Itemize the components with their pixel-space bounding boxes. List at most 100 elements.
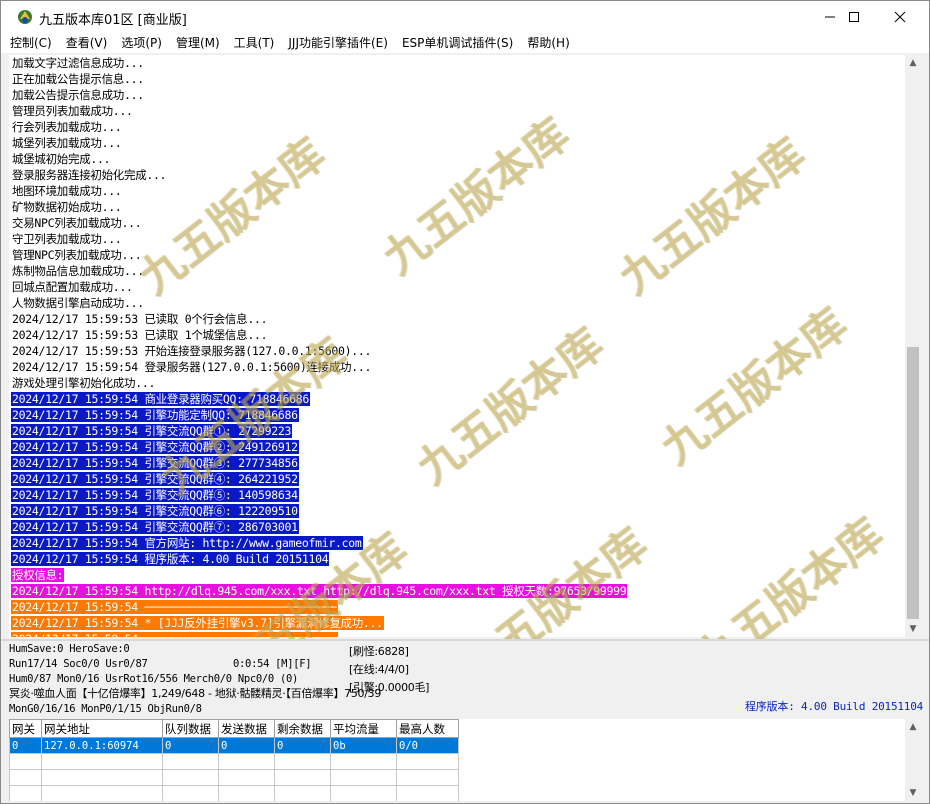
log-line-text: 管理NPC列表加载成功...	[12, 248, 142, 262]
log-line: 授权信息:	[11, 567, 65, 583]
menu-help[interactable]: 帮助(H)	[527, 34, 569, 51]
log-line-text: 2024/12/17 15:59:54 引擎交流QQ群⑦: 286703001	[11, 520, 299, 534]
program-version: 程序版本: 4.00 Build 20151104	[745, 700, 924, 713]
table-scrollbar[interactable]: ▲ ▼	[905, 719, 921, 801]
log-line: 加载文字过滤信息成功...	[11, 55, 145, 71]
menu-manage[interactable]: 管理(M)	[176, 34, 220, 51]
col-queue-data[interactable]: 队列数据	[162, 719, 219, 738]
col-gateway-address[interactable]: 网关地址	[41, 719, 163, 738]
scroll-up-icon[interactable]: ▲	[905, 719, 921, 735]
log-line: 城堡城初始完成...	[11, 151, 111, 167]
table-row[interactable]: 0 127.0.0.1:60974 0 0 0 0b 0/0	[9, 737, 459, 754]
log-line-text: 人物数据引擎启动成功...	[12, 296, 144, 310]
gateway-table: 网关 网关地址 队列数据 发送数据 剩余数据 平均流量 最高人数 0 127.0…	[9, 719, 459, 801]
gateway-list[interactable]: 网关 网关地址 队列数据 发送数据 剩余数据 平均流量 最高人数 0 127.0…	[9, 719, 905, 801]
run-status: Run17/14 Soc0/0 Usr0/87	[9, 658, 148, 670]
menu-control[interactable]: 控制(C)	[10, 34, 52, 51]
save-status: HumSave:0 HeroSave:0	[9, 643, 130, 655]
log-line-text: 加载文字过滤信息成功...	[12, 56, 144, 70]
col-gateway[interactable]: 网关	[9, 719, 42, 738]
engine-status: [引擎:0.0000毛]	[349, 681, 430, 694]
log-line-text: 炼制物品信息加载成功...	[12, 264, 144, 278]
log-line: 2024/12/17 15:59:53 已读取 0个行会信息...	[11, 311, 268, 327]
log-line-text: 守卫列表加载成功...	[12, 232, 122, 246]
col-avg-traffic[interactable]: 平均流量	[330, 719, 397, 738]
log-line-text: 2024/12/17 15:59:54 引擎交流QQ群②: 249126912	[11, 440, 299, 454]
log-line: 矿物数据初始成功...	[11, 199, 122, 215]
hum-status: Hum0/87 Mon0/16 UsrRot16/556 Merch0/0 Np…	[9, 673, 299, 685]
log-line: 守卫列表加载成功...	[11, 231, 122, 247]
col-remaining-data[interactable]: 剩余数据	[274, 719, 331, 738]
log-line: 2024/12/17 15:59:54 商业登录器购买QQ: 718846686	[11, 391, 310, 407]
log-line-text: 2024/12/17 15:59:54 引擎交流QQ群④: 264221952	[11, 472, 299, 486]
log-scrollbar[interactable]: ▲ ▼	[905, 55, 921, 637]
log-line-text: 2024/12/17 15:59:54 引擎交流QQ群⑥: 122209510	[11, 504, 299, 518]
log-line-text: 2024/12/17 15:59:54 登录服务器(127.0.0.1:5600…	[12, 360, 372, 374]
scroll-thumb[interactable]	[907, 347, 919, 619]
log-line-text: 2024/12/17 15:59:54 官方网站: http://www.gam…	[11, 536, 363, 550]
log-line: 交易NPC列表加载成功...	[11, 215, 142, 231]
log-line: 2024/12/17 15:59:53 已读取 1个城堡信息...	[11, 327, 268, 343]
log-line: 2024/12/17 15:59:54 ────────────────────…	[11, 631, 338, 637]
scroll-down-icon[interactable]: ▼	[905, 621, 921, 637]
log-line: 加载公告提示信息成功...	[11, 87, 145, 103]
log-line: 2024/12/17 15:59:54 官方网站: http://www.gam…	[11, 535, 363, 551]
scroll-down-icon[interactable]: ▼	[905, 785, 921, 801]
log-line: 登录服务器连接初始化完成...	[11, 167, 167, 183]
log-line-text: 2024/12/17 15:59:54 引擎功能定制QQ: 718846686	[11, 408, 299, 422]
maximize-icon	[849, 11, 859, 22]
log-line: 炼制物品信息加载成功...	[11, 263, 145, 279]
log-line-text: 2024/12/17 15:59:54 引擎交流QQ群③: 277734856	[11, 456, 299, 470]
log-line-text: 登录服务器连接初始化完成...	[12, 168, 167, 182]
cell-gateway: 0	[9, 737, 42, 754]
log-line-text: 回城点配置加载成功...	[12, 280, 133, 294]
mongen-status: MonG0/16/16 MonP0/1/15 ObjRun0/8	[9, 703, 202, 715]
log-line: 2024/12/17 15:59:54 引擎功能定制QQ: 718846686	[11, 407, 299, 423]
log-line-text: 地图环境加载成功...	[12, 184, 122, 198]
table-header-row: 网关 网关地址 队列数据 发送数据 剩余数据 平均流量 最高人数	[9, 719, 459, 738]
window-title: 九五版本库01区 [商业版]	[39, 13, 187, 28]
log-line-text: 管理员列表加载成功...	[12, 104, 133, 118]
menu-bar: 控制(C) 查看(V) 选项(P) 管理(M) 工具(T) JJJ功能引擎插件(…	[1, 32, 929, 53]
log-line: 管理员列表加载成功...	[11, 103, 134, 119]
online-count: [在线:4/4/0]	[349, 663, 409, 676]
cell-max-users: 0/0	[396, 737, 459, 754]
log-line-text: 2024/12/17 15:59:54 ────────────────────…	[11, 632, 338, 637]
col-max-users[interactable]: 最高人数	[396, 719, 459, 738]
cell-traffic: 0b	[330, 737, 397, 754]
app-icon	[18, 10, 32, 24]
table-row-empty	[9, 753, 459, 770]
close-icon	[894, 11, 906, 22]
log-line: 游戏处理引擎初始化成功...	[11, 375, 156, 391]
maximize-button[interactable]	[831, 1, 877, 32]
log-line-text: 2024/12/17 15:59:53 已读取 0个行会信息...	[12, 312, 268, 326]
col-sent-data[interactable]: 发送数据	[218, 719, 275, 738]
log-line-text: 2024/12/17 15:59:54 引擎交流QQ群⑤: 140598634	[11, 488, 299, 502]
scroll-up-icon[interactable]: ▲	[905, 55, 921, 71]
log-line-text: 2024/12/17 15:59:54 ────────────────────…	[11, 600, 338, 614]
title-bar: 九五版本库01区 [商业版]	[1, 1, 929, 32]
menu-tools[interactable]: 工具(T)	[234, 34, 275, 51]
log-line-text: 城堡城初始完成...	[12, 152, 111, 166]
log-line-text: 2024/12/17 15:59:54 商业登录器购买QQ: 718846686	[11, 392, 310, 406]
table-row-empty	[9, 785, 459, 801]
log-line: 2024/12/17 15:59:54 引擎交流QQ群⑦: 286703001	[11, 519, 299, 535]
menu-options[interactable]: 选项(P)	[121, 34, 162, 51]
monster-status: 冥炎·噬血人面【十亿倍爆率】1,249/648 - 地狱·骷髅精灵·【百倍爆率】…	[9, 687, 382, 700]
menu-view[interactable]: 查看(V)	[66, 34, 108, 51]
menu-jjj-plugin[interactable]: JJJ功能引擎插件(E)	[288, 34, 388, 51]
log-line-text: 城堡列表加载成功...	[12, 136, 122, 150]
close-button[interactable]	[877, 1, 923, 32]
log-line: 2024/12/17 15:59:54 引擎交流QQ群②: 249126912	[11, 439, 299, 455]
log-output[interactable]: 加载文字过滤信息成功... 正在加载公告提示信息... 加载公告提示信息成功... 管…	[9, 55, 905, 637]
menu-esp-plugin[interactable]: ESP单机调试插件(S)	[402, 34, 513, 51]
cell-address: 127.0.0.1:60974	[41, 737, 163, 754]
log-line-text: 行会列表加载成功...	[12, 120, 122, 134]
log-line: 2024/12/17 15:59:53 开始连接登录服务器(127.0.0.1:…	[11, 343, 372, 359]
log-line: 2024/12/17 15:59:54 引擎交流QQ群④: 264221952	[11, 471, 299, 487]
uptime: 0:0:54 [M][F]	[233, 658, 312, 670]
log-line: 正在加载公告提示信息...	[11, 71, 145, 87]
log-line-text: 游戏处理引擎初始化成功...	[12, 376, 156, 390]
log-line: 2024/12/17 15:59:54 引擎交流QQ群⑥: 122209510	[11, 503, 299, 519]
log-line: 人物数据引擎启动成功...	[11, 295, 145, 311]
